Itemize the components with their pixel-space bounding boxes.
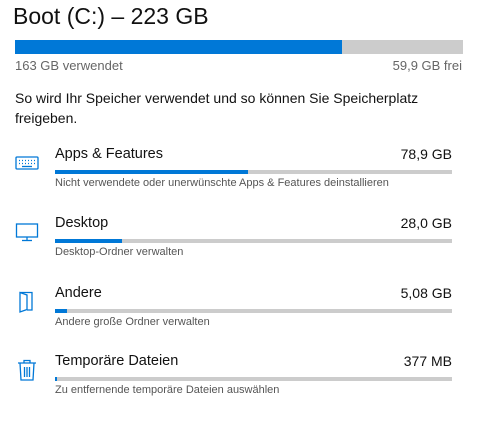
category-usage-bar xyxy=(55,377,452,381)
category-subtitle: Nicht verwendete oder unerwünschte Apps … xyxy=(55,177,389,189)
used-space-label: 163 GB verwendet xyxy=(15,58,123,73)
category-size: 78,9 GB xyxy=(400,146,452,162)
category-desktop[interactable]: Desktop 28,0 GB Desktop-Ordner verwalten xyxy=(0,215,495,277)
category-usage-fill xyxy=(55,309,67,313)
storage-description: So wird Ihr Speicher verwendet und so kö… xyxy=(15,90,419,126)
category-size: 28,0 GB xyxy=(400,215,452,231)
category-name[interactable]: Andere xyxy=(55,285,102,301)
category-usage-fill xyxy=(55,239,123,243)
category-size: 377 MB xyxy=(403,353,452,369)
category-name[interactable]: Temporäre Dateien xyxy=(55,353,178,369)
free-space-label: 59,9 GB frei xyxy=(392,58,462,73)
category-subtitle: Andere große Ordner verwalten xyxy=(55,316,210,328)
category-temp-files[interactable]: Temporäre Dateien 377 MB Zu entfernende … xyxy=(0,353,495,415)
category-usage-fill xyxy=(55,377,58,381)
drive-usage-bar xyxy=(15,40,463,54)
category-other[interactable]: Andere 5,08 GB Andere große Ordner verwa… xyxy=(0,285,495,347)
category-usage-fill xyxy=(55,170,248,174)
drive-usage-fill xyxy=(15,40,343,54)
category-name[interactable]: Desktop xyxy=(55,215,108,231)
trash-icon xyxy=(15,358,39,382)
drive-title: Boot (C:) – 223 GB xyxy=(13,3,209,29)
category-subtitle: Desktop-Ordner verwalten xyxy=(55,246,184,258)
category-apps-features[interactable]: Apps & Features 78,9 GB Nicht verwendete… xyxy=(0,146,495,208)
monitor-icon xyxy=(15,220,39,244)
folder-icon xyxy=(15,290,39,314)
category-usage-bar xyxy=(55,309,452,313)
category-usage-bar xyxy=(55,170,452,174)
category-usage-bar xyxy=(55,239,452,243)
category-name[interactable]: Apps & Features xyxy=(55,146,163,162)
keyboard-icon xyxy=(15,151,39,175)
category-size: 5,08 GB xyxy=(400,285,452,301)
category-subtitle: Zu entfernende temporäre Dateien auswähl… xyxy=(55,384,280,396)
